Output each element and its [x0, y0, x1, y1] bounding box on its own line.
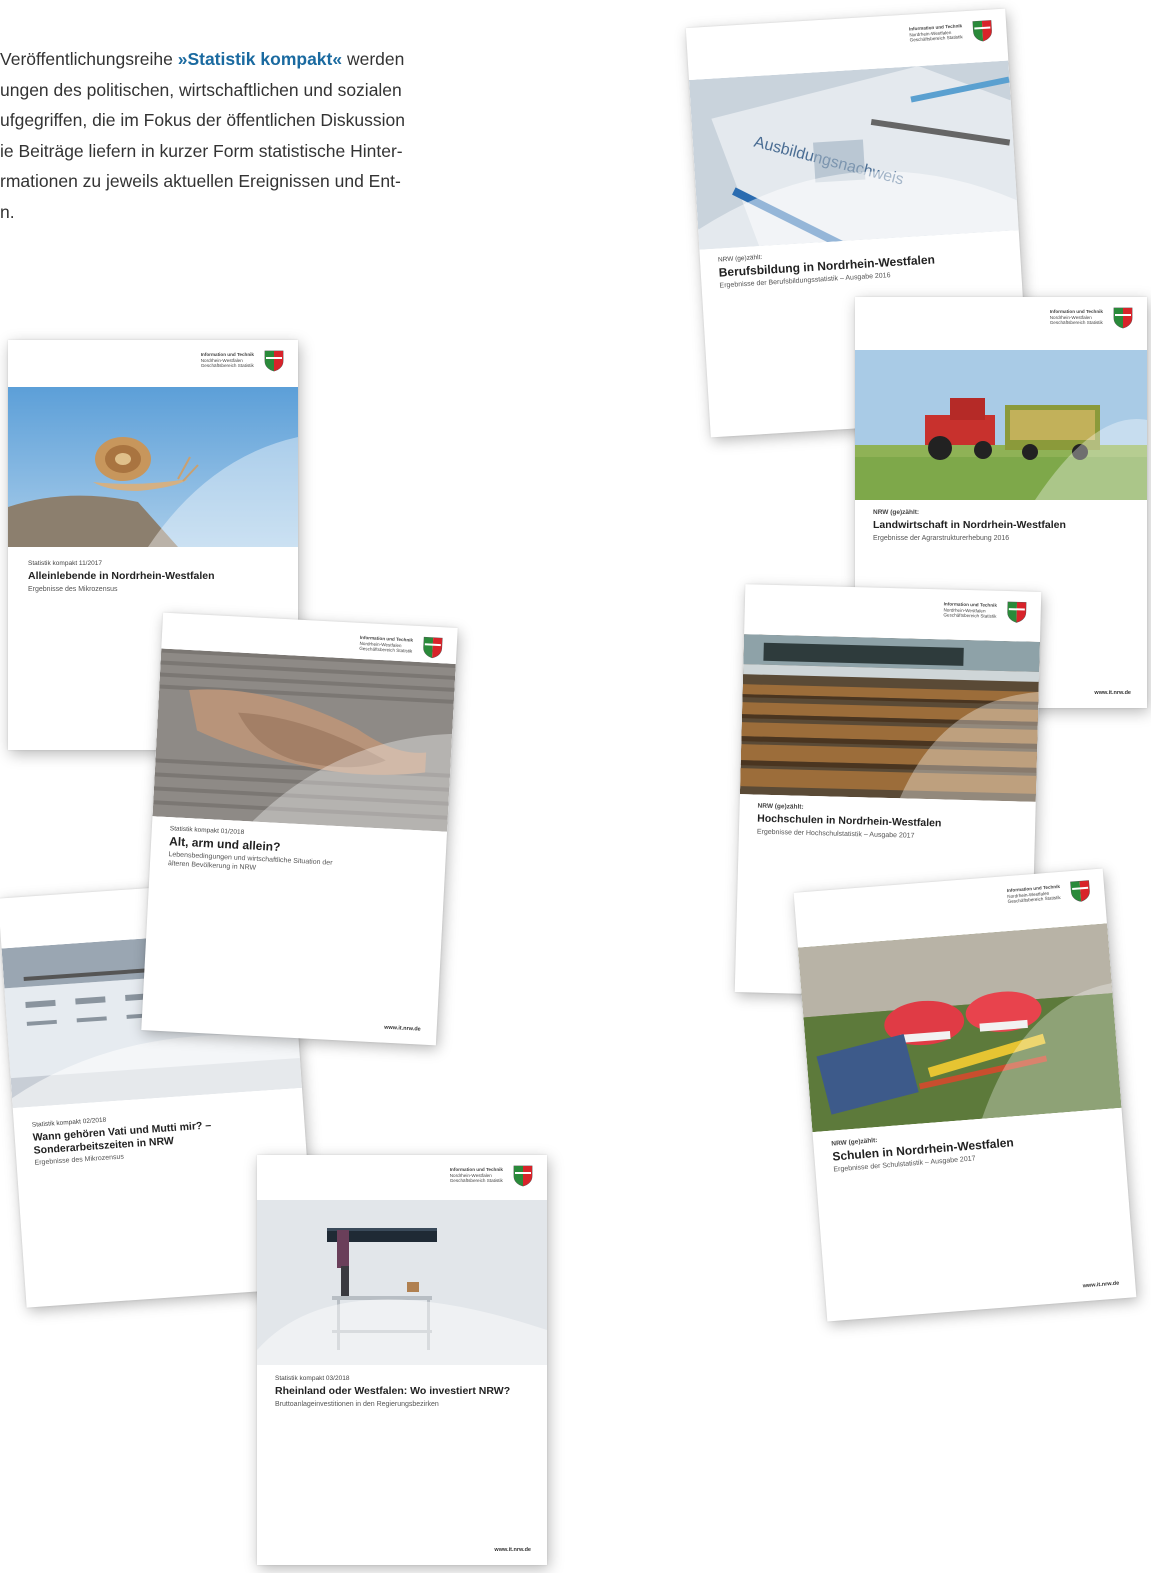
cover-meta: Statistik kompakt 11/2017 Alleinlebende … — [28, 560, 288, 594]
nrw-crest-icon — [423, 636, 443, 659]
cover-header: Information und TechnikNordrhein-Westfal… — [686, 9, 1008, 68]
cover-header: Information und TechnikNordrhein-Westfal… — [257, 1155, 547, 1195]
intro-line-1-text: Veröffentlichungsreihe — [0, 49, 178, 69]
snail-photo — [8, 387, 298, 547]
cover-rheinland[interactable]: Information und Technik Nordrhein-Westfal… — [257, 1155, 547, 1565]
intro-line-2: ungen des politischen, wirtschaftlichen … — [0, 79, 402, 100]
cover-subtitle: Ergebnisse der Agrarstrukturerhebung 201… — [873, 534, 1010, 542]
cover-header: Information und TechnikNordrhein-Westfal… — [744, 584, 1041, 632]
cover-title: Landwirtschaft in Nordrhein-Westfalen — [873, 519, 1066, 531]
intro-line-4: ie Beiträge liefern in kurzer Form stati… — [0, 140, 403, 161]
org-name: Information und TechnikNordrhein-Westfal… — [943, 601, 997, 619]
cover-schulen[interactable]: Information und Technik Nordrhein-Westfal… — [793, 868, 1137, 1322]
cover-alt-arm[interactable]: Information und Technik Nordrhein-Westfal… — [141, 612, 458, 1046]
intro-line-1: Veröffentlichungsreihe »Statistik kompak… — [0, 44, 570, 75]
hands-photo — [152, 648, 456, 832]
org-name: Information und TechnikNordrhein-Westfal… — [359, 634, 414, 654]
cover-meta: NRW (ge)zählt: Hochschulen in Nordrhein-… — [757, 803, 1026, 844]
cover-url: www.it.nrw.de — [1094, 690, 1131, 696]
cover-meta: NRW (ge)zählt: Berufsbildung in Nordrhei… — [718, 239, 1012, 290]
intro-line-5: rmationen zu jeweils aktuellen Ereigniss… — [0, 171, 401, 191]
lecture-hall-photo — [739, 634, 1040, 802]
sneakers-photo — [797, 923, 1122, 1133]
cover-url: www.it.nrw.de — [383, 1024, 421, 1033]
cover-header: Information und TechnikNordrhein-Westfal… — [855, 297, 1147, 337]
org-name: Information und TechnikNordrhein-Westfal… — [449, 1167, 503, 1184]
nrw-crest-icon — [264, 350, 284, 372]
cover-meta: Statistik kompakt 01/2018 Alt, arm und a… — [168, 825, 437, 881]
worker-photo — [257, 1200, 547, 1365]
org-name: Information und TechnikNordrhein-Westfal… — [1006, 883, 1061, 905]
cover-url: www.it.nrw.de — [1082, 1280, 1120, 1290]
org-name: Information und TechnikNordrhein-Westfal… — [908, 23, 963, 43]
nrw-crest-icon — [1007, 601, 1027, 623]
cover-series: Statistik kompakt 11/2017 — [28, 560, 102, 567]
document-photo: Ausbildungsnachweis — [688, 60, 1019, 250]
cover-subtitle: Ergebnisse des Mikrozensus — [28, 585, 118, 593]
nrw-crest-icon — [513, 1165, 533, 1187]
nrw-crest-icon — [1070, 880, 1090, 902]
intro-paragraph: Veröffentlichungsreihe »Statistik kompak… — [0, 44, 570, 227]
series-name-highlight: »Statistik kompakt« — [177, 49, 343, 69]
cover-subtitle: Bruttoanlageinvestitionen in den Regieru… — [275, 1400, 439, 1408]
org-name: Information und TechnikNordrhein-Westfal… — [200, 352, 254, 369]
cover-title: Rheinland oder Westfalen: Wo investiert … — [275, 1385, 511, 1397]
org-name: Information und TechnikNordrhein-Westfal… — [1049, 309, 1103, 326]
intro-line-3: ufgegriffen, die im Fokus der öffentlich… — [0, 110, 405, 130]
intro-line-1-end: werden — [342, 49, 405, 69]
cover-meta: NRW (ge)zählt: Landwirtschaft in Nordrhe… — [873, 509, 1137, 543]
nrw-crest-icon — [1113, 307, 1133, 329]
intro-line-6: n. — [0, 201, 15, 222]
nrw-crest-icon — [972, 20, 992, 42]
cover-header: Information und TechnikNordrhein-Westfal… — [8, 340, 298, 380]
cover-meta: Statistik kompakt 03/2018 Rheinland oder… — [275, 1375, 537, 1409]
cover-series: Statistik kompakt 03/2018 — [275, 1375, 350, 1382]
cover-title: Alleinlebende in Nordrhein-Westfalen — [28, 570, 215, 582]
tractor-photo — [855, 350, 1147, 500]
cover-series: NRW (ge)zählt: — [873, 509, 920, 516]
cover-url: www.it.nrw.de — [494, 1547, 531, 1553]
